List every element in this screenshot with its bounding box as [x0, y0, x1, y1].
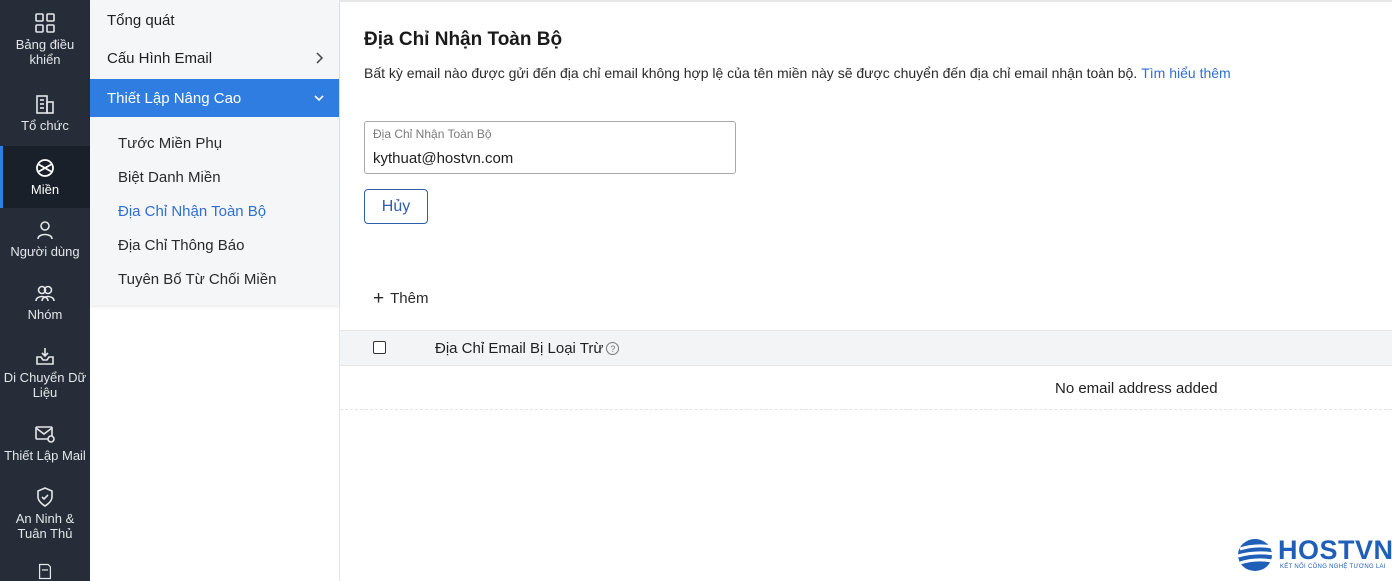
hostvn-logo: HOSTVN KẾT NỐI CÔNG NGHỆ TƯƠNG LAI: [1236, 535, 1392, 575]
primary-rail: Bảng điều khiển Tổ chức Miền Người dùng …: [0, 0, 90, 581]
main-content: Địa Chỉ Nhận Toàn Bộ Bất kỳ email nào đư…: [340, 0, 1392, 581]
rail-item-label: Thiết Lập Mail: [4, 448, 86, 463]
nav-item-advanced-settings[interactable]: Thiết Lập Nâng Cao: [90, 79, 339, 117]
globe-icon: [36, 159, 54, 177]
app-root: Bảng điều khiển Tổ chức Miền Người dùng …: [0, 0, 1392, 581]
rail-item-users[interactable]: Người dùng: [0, 219, 90, 264]
rail-item-organization[interactable]: Tổ chức: [0, 93, 90, 138]
column-header-excluded-emails: Địa Chỉ Email Bị Loại Trừ?: [435, 340, 620, 357]
help-icon[interactable]: ?: [606, 342, 620, 355]
group-icon: [35, 285, 55, 302]
rail-item-label: Bảng điều khiển: [15, 37, 75, 67]
download-tray-icon: [36, 348, 54, 365]
rail-item-mail-settings[interactable]: Thiết Lập Mail: [0, 423, 90, 468]
invoice-icon: [38, 563, 52, 580]
description-text: Bất kỳ email nào được gửi đến địa chỉ em…: [364, 65, 1138, 81]
rail-item-security[interactable]: An Ninh & Tuân Thủ: [0, 486, 90, 544]
rail-item-label: Di Chuyển Dữ Liệu: [3, 370, 87, 400]
catch-all-field-label: Địa Chỉ Nhận Toàn Bộ: [373, 127, 492, 141]
table-empty-row: No email address added: [340, 366, 1392, 410]
logo-wordmark: HOSTVN: [1278, 535, 1392, 565]
nav-item-label: Thiết Lập Nâng Cao: [107, 89, 242, 107]
column-header-label: Địa Chỉ Email Bị Loại Trừ: [435, 340, 604, 357]
rail-item-label: Miền: [30, 182, 60, 197]
table-header: Địa Chỉ Email Bị Loại Trừ?: [340, 330, 1392, 366]
nav-subitem-notification-address[interactable]: Địa Chỉ Thông Báo: [118, 237, 244, 254]
chevron-right-icon: [316, 52, 324, 64]
select-all-checkbox[interactable]: [373, 341, 386, 354]
page-title: Địa Chỉ Nhận Toàn Bộ: [364, 29, 563, 50]
nav-subitem-subdomain-stripping[interactable]: Tước Miền Phụ: [118, 135, 222, 152]
hostvn-globe-icon: [1237, 539, 1275, 571]
add-button[interactable]: + Thêm: [373, 287, 429, 309]
building-icon: [36, 95, 54, 114]
catch-all-input[interactable]: [373, 150, 723, 167]
learn-more-link[interactable]: Tìm hiểu thêm: [1141, 65, 1230, 81]
nav-item-label: Cấu Hình Email: [107, 49, 213, 67]
add-button-label: Thêm: [390, 290, 429, 307]
dashboard-icon: [35, 13, 55, 33]
rail-item-label: Nhóm: [27, 307, 63, 322]
rail-item-migration[interactable]: Di Chuyển Dữ Liệu: [0, 345, 90, 403]
rail-item-groups[interactable]: Nhóm: [0, 282, 90, 327]
rail-item-label: Tổ chức: [21, 118, 69, 133]
nav-item-label: Tổng quát: [107, 11, 175, 29]
plus-icon: +: [373, 287, 385, 309]
nav-subitem-domain-alias[interactable]: Biệt Danh Miền: [118, 169, 221, 186]
rail-item-dashboard[interactable]: Bảng điều khiển: [0, 12, 90, 72]
mail-gear-icon: [35, 426, 55, 443]
empty-state-text: No email address added: [1055, 380, 1218, 397]
catch-all-field: Địa Chỉ Nhận Toàn Bộ: [364, 121, 736, 174]
secondary-nav: Tổng quát Cấu Hình Email Thiết Lập Nâng …: [90, 0, 340, 581]
nav-item-general[interactable]: Tổng quát: [90, 1, 339, 39]
nav-subitem-domain-disclaimer[interactable]: Tuyên Bố Từ Chối Miền: [118, 271, 276, 288]
rail-item-label: An Ninh & Tuân Thủ: [15, 511, 75, 541]
user-icon: [37, 221, 53, 240]
rail-item-domains[interactable]: Miền: [0, 146, 90, 208]
nav-subitem-catch-all[interactable]: Địa Chỉ Nhận Toàn Bộ: [118, 203, 266, 220]
chevron-down-icon: [314, 95, 324, 102]
secondary-nav-panel: Tổng quát Cấu Hình Email Thiết Lập Nâng …: [90, 0, 339, 305]
page-description: Bất kỳ email nào được gửi đến địa chỉ em…: [364, 65, 1231, 81]
rail-item-label: Người dùng: [10, 244, 80, 259]
nav-item-email-config[interactable]: Cấu Hình Email: [90, 39, 339, 77]
rail-item-billing[interactable]: [0, 563, 90, 581]
logo-tagline: KẾT NỐI CÔNG NGHỆ TƯƠNG LAI: [1280, 564, 1386, 570]
cancel-button[interactable]: Hủy: [364, 189, 428, 224]
shield-icon: [37, 487, 53, 507]
